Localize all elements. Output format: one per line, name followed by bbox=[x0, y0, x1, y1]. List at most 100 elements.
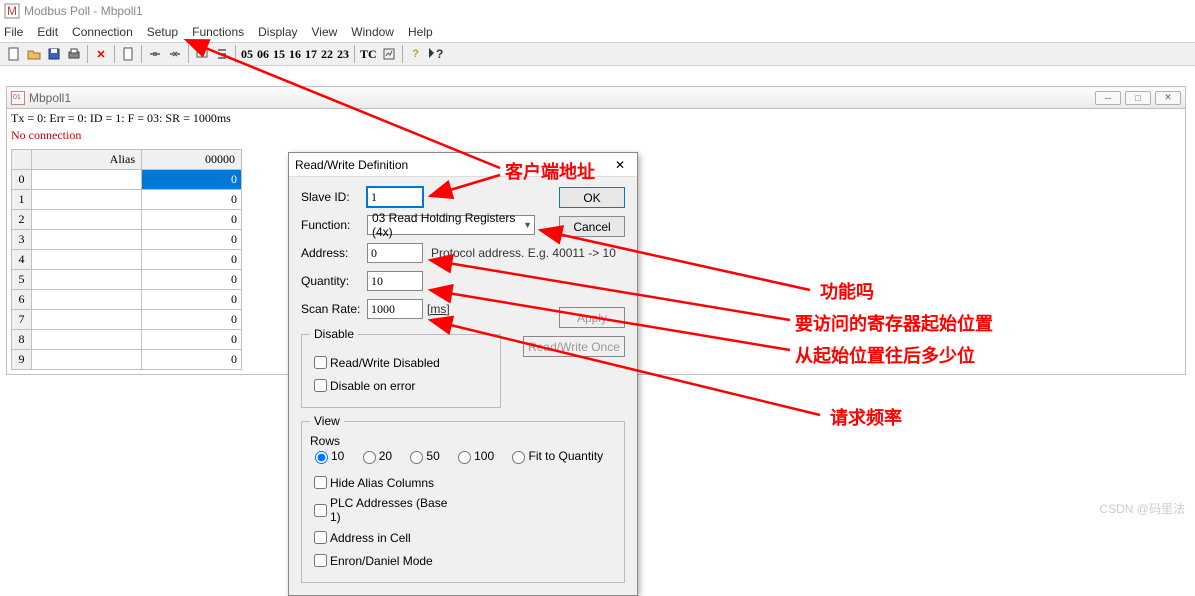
rows-20-radio[interactable]: 20 bbox=[358, 448, 392, 464]
cell-alias[interactable] bbox=[32, 230, 142, 250]
menubar: File Edit Connection Setup Functions Dis… bbox=[0, 22, 1195, 42]
cell-alias[interactable] bbox=[32, 190, 142, 210]
document-titlebar[interactable]: Mbpoll1 ─ □ ✕ bbox=[7, 87, 1185, 109]
view-group: View Rows 10 20 50 100 Fit to Quantity H… bbox=[301, 414, 625, 583]
hide-alias-checkbox[interactable]: Hide Alias Columns bbox=[310, 473, 460, 492]
whatsthis-icon[interactable]: ? bbox=[427, 45, 445, 63]
cell-value[interactable]: 0 bbox=[142, 230, 242, 250]
row-header: 9 bbox=[12, 350, 32, 370]
function-select[interactable]: 03 Read Holding Registers (4x) ▼ bbox=[367, 215, 535, 235]
fcode-22[interactable]: 22 bbox=[321, 47, 333, 62]
svg-text:M: M bbox=[7, 4, 17, 18]
row-header: 3 bbox=[12, 230, 32, 250]
main-titlebar: M Modbus Poll - Mbpoll1 bbox=[0, 0, 1195, 22]
menu-display[interactable]: Display bbox=[258, 25, 297, 39]
disable-on-error-checkbox[interactable]: Disable on error bbox=[310, 376, 460, 395]
doc-icon[interactable] bbox=[119, 45, 137, 63]
fcode-16[interactable]: 16 bbox=[289, 47, 301, 62]
annotation-function: 功能吗 bbox=[820, 278, 874, 304]
slave-id-label: Slave ID: bbox=[301, 190, 367, 204]
cell-value[interactable]: 0 bbox=[142, 190, 242, 210]
cell-value[interactable]: 0 bbox=[142, 330, 242, 350]
connect-icon[interactable] bbox=[146, 45, 164, 63]
fcode-17[interactable]: 17 bbox=[305, 47, 317, 62]
plc-addresses-checkbox[interactable]: PLC Addresses (Base 1) bbox=[310, 496, 460, 524]
rows-label: Rows bbox=[310, 434, 616, 448]
rows-50-radio[interactable]: 50 bbox=[405, 448, 439, 464]
close-button[interactable]: ✕ bbox=[1155, 91, 1181, 105]
rows-10-radio[interactable]: 10 bbox=[310, 448, 344, 464]
minimize-button[interactable]: ─ bbox=[1095, 91, 1121, 105]
open-icon[interactable] bbox=[25, 45, 43, 63]
document-icon bbox=[11, 91, 25, 105]
maximize-button[interactable]: □ bbox=[1125, 91, 1151, 105]
rw-disabled-checkbox[interactable]: Read/Write Disabled bbox=[310, 353, 460, 372]
menu-window[interactable]: Window bbox=[351, 25, 394, 39]
menu-setup[interactable]: Setup bbox=[147, 25, 178, 39]
rows-fit-radio[interactable]: Fit to Quantity bbox=[507, 448, 603, 464]
cell-alias[interactable] bbox=[32, 270, 142, 290]
enron-mode-checkbox[interactable]: Enron/Daniel Mode bbox=[310, 551, 460, 570]
tc-button[interactable]: TC bbox=[360, 47, 377, 62]
cell-alias[interactable] bbox=[32, 330, 142, 350]
menu-edit[interactable]: Edit bbox=[37, 25, 58, 39]
annotation-client-addr: 客户端地址 bbox=[505, 158, 595, 184]
report-icon[interactable] bbox=[380, 45, 398, 63]
read-write-once-button[interactable]: Read/Write Once bbox=[523, 336, 625, 357]
fcode-15[interactable]: 15 bbox=[273, 47, 285, 62]
cancel-button[interactable]: Cancel bbox=[559, 216, 625, 237]
cell-value[interactable]: 0 bbox=[142, 250, 242, 270]
quantity-input[interactable] bbox=[367, 271, 423, 291]
cell-value[interactable]: 0 bbox=[142, 350, 242, 370]
save-icon[interactable] bbox=[45, 45, 63, 63]
chevron-down-icon: ▼ bbox=[523, 220, 532, 230]
cell-alias[interactable] bbox=[32, 250, 142, 270]
ok-button[interactable]: OK bbox=[559, 187, 625, 208]
slave-id-input[interactable] bbox=[367, 187, 423, 207]
apply-button[interactable]: Apply bbox=[559, 307, 625, 328]
read-write-definition-dialog: Read/Write Definition ✕ OK Cancel Apply … bbox=[288, 152, 638, 596]
cell-value[interactable]: 0 bbox=[142, 290, 242, 310]
delete-icon[interactable]: ✕ bbox=[92, 45, 110, 63]
menu-help[interactable]: Help bbox=[408, 25, 433, 39]
row-header: 1 bbox=[12, 190, 32, 210]
toolbar: ✕ 05 06 15 16 17 22 23 TC ? ? bbox=[0, 42, 1195, 66]
menu-functions[interactable]: Functions bbox=[192, 25, 244, 39]
fcode-06[interactable]: 06 bbox=[257, 47, 269, 62]
row-header: 4 bbox=[12, 250, 32, 270]
menu-connection[interactable]: Connection bbox=[72, 25, 133, 39]
new-icon[interactable] bbox=[5, 45, 23, 63]
fcode-05[interactable]: 05 bbox=[241, 47, 253, 62]
grid-corner bbox=[12, 150, 32, 170]
register-grid: Alias 00000 00 10 20 30 40 50 60 70 80 9… bbox=[11, 149, 242, 370]
scanrate-unit: [ms] bbox=[427, 302, 450, 316]
address-input[interactable] bbox=[367, 243, 423, 263]
status-line: Tx = 0: Err = 0: ID = 1: F = 03: SR = 10… bbox=[7, 109, 1185, 128]
cell-alias[interactable] bbox=[32, 290, 142, 310]
cell-value[interactable]: 0 bbox=[142, 210, 242, 230]
cell-alias[interactable] bbox=[32, 350, 142, 370]
row-header: 6 bbox=[12, 290, 32, 310]
cell-alias[interactable] bbox=[32, 210, 142, 230]
row-header: 8 bbox=[12, 330, 32, 350]
dialog-close-icon[interactable]: ✕ bbox=[609, 158, 631, 172]
cell-alias[interactable] bbox=[32, 170, 142, 190]
disconnect-icon[interactable] bbox=[166, 45, 184, 63]
fcode-23[interactable]: 23 bbox=[337, 47, 349, 62]
monitor-icon[interactable] bbox=[193, 45, 211, 63]
scanrate-input[interactable] bbox=[367, 299, 423, 319]
list-icon[interactable] bbox=[213, 45, 231, 63]
print-icon[interactable] bbox=[65, 45, 83, 63]
cell-value[interactable]: 0 bbox=[142, 270, 242, 290]
menu-file[interactable]: File bbox=[4, 25, 23, 39]
cell-value[interactable]: 0 bbox=[142, 310, 242, 330]
cell-value-selected[interactable]: 0 bbox=[142, 170, 242, 190]
help-icon[interactable]: ? bbox=[407, 45, 425, 63]
rows-100-radio[interactable]: 100 bbox=[453, 448, 494, 464]
header-alias: Alias bbox=[32, 150, 142, 170]
menu-view[interactable]: View bbox=[312, 25, 338, 39]
cell-alias[interactable] bbox=[32, 310, 142, 330]
address-in-cell-checkbox[interactable]: Address in Cell bbox=[310, 528, 460, 547]
disable-group: Disable Read/Write Disabled Disable on e… bbox=[301, 327, 501, 408]
quantity-label: Quantity: bbox=[301, 274, 367, 288]
